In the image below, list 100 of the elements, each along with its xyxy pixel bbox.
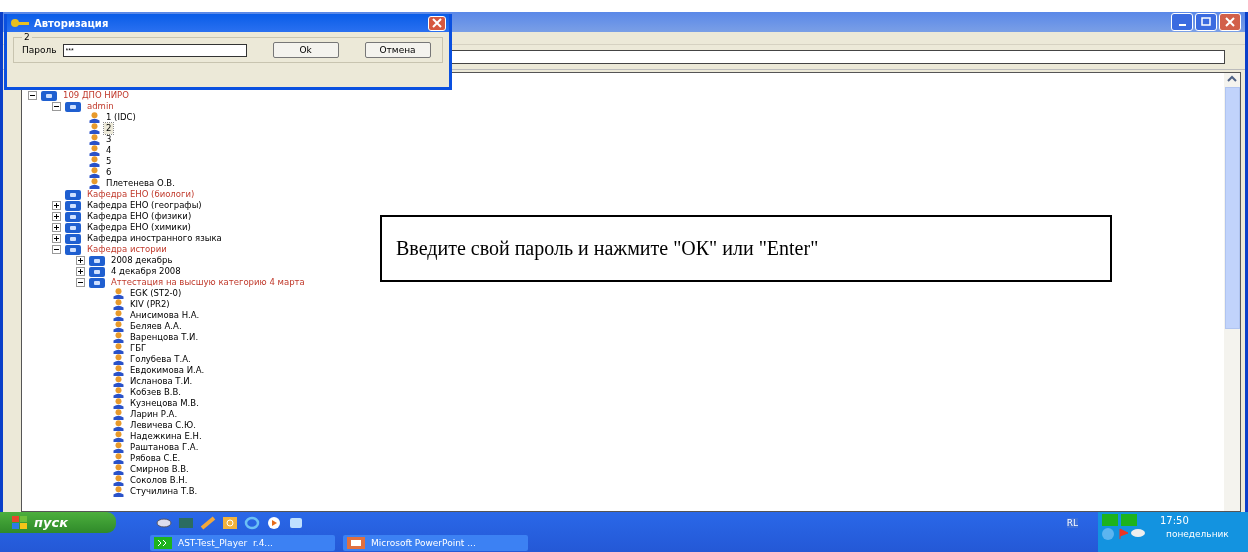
close-icon bbox=[432, 18, 442, 28]
tree-item[interactable]: Раштанова Г.А. bbox=[128, 442, 201, 453]
user-icon bbox=[89, 178, 100, 189]
tree-item[interactable]: Варенцова Т.И. bbox=[128, 332, 201, 343]
tree-item[interactable]: KIV (PR2) bbox=[128, 299, 172, 310]
folder-icon bbox=[65, 189, 81, 200]
tree-item[interactable]: 2 bbox=[104, 123, 114, 134]
tree-item[interactable]: Аттестация на высшую категорию 4 марта bbox=[109, 277, 307, 288]
tree-item[interactable]: Плетенева О.В. bbox=[104, 178, 177, 189]
close-icon bbox=[1225, 17, 1235, 27]
collapse-icon[interactable] bbox=[52, 245, 61, 254]
user-icon bbox=[113, 321, 124, 332]
tree-item[interactable]: Рябова С.Е. bbox=[128, 453, 183, 464]
folder-icon bbox=[65, 101, 81, 112]
tree-item[interactable]: Голубева Т.А. bbox=[128, 354, 193, 365]
tree-item[interactable]: 6 bbox=[104, 167, 114, 178]
language-indicator[interactable]: RL bbox=[1066, 517, 1078, 528]
folder-icon bbox=[65, 211, 81, 222]
dialog-title: Авторизация bbox=[34, 17, 109, 29]
tree-item[interactable]: Анисимова Н.А. bbox=[128, 310, 202, 321]
collapse-icon[interactable] bbox=[52, 102, 61, 111]
user-icon bbox=[89, 112, 100, 123]
clock-day: понедельник bbox=[1166, 529, 1229, 539]
user-icon bbox=[113, 420, 124, 431]
folder-icon bbox=[41, 90, 57, 101]
tree-item[interactable]: Кафедра ЕНО (физики) bbox=[85, 211, 194, 222]
tree-item[interactable]: Беляев А.А. bbox=[128, 321, 184, 332]
tree-item[interactable]: Кобзев В.В. bbox=[128, 387, 183, 398]
user-icon bbox=[113, 343, 124, 354]
user-icon bbox=[113, 409, 124, 420]
tree-item[interactable]: Кузнецова М.В. bbox=[128, 398, 201, 409]
tree-item[interactable]: Надежкина Е.Н. bbox=[128, 431, 204, 442]
tree-item[interactable]: 109 ДПО НИРО bbox=[61, 90, 131, 101]
cancel-button[interactable]: Отмена bbox=[364, 42, 431, 58]
folder-icon bbox=[89, 255, 105, 266]
tree-item[interactable]: Смирнов В.В. bbox=[128, 464, 191, 475]
tree-item[interactable]: Кафедра ЕНО (биологи) bbox=[85, 189, 197, 200]
tree-item[interactable]: 1 (IDC) bbox=[104, 112, 138, 123]
folder-icon bbox=[65, 222, 81, 233]
windows-logo-icon bbox=[12, 515, 28, 530]
folder-icon bbox=[89, 266, 105, 277]
quick-launch-icon[interactable] bbox=[156, 515, 172, 530]
tree-item[interactable]: Кафедра ЕНО (химики) bbox=[85, 222, 193, 233]
expand-icon[interactable] bbox=[52, 201, 61, 210]
quick-launch-icon[interactable] bbox=[200, 515, 216, 530]
callout-text: Введите свой пароль и нажмите "ОК" или "Enter" bbox=[380, 215, 1112, 282]
maximize-button[interactable] bbox=[1195, 13, 1217, 31]
tree-item[interactable]: EGK (ST2-0) bbox=[128, 288, 184, 299]
media-player-icon[interactable] bbox=[266, 515, 282, 530]
folder-icon bbox=[89, 277, 105, 288]
expand-icon[interactable] bbox=[76, 267, 85, 276]
tree-item[interactable]: ГБГ bbox=[128, 343, 149, 354]
ok-button[interactable]: Ok bbox=[272, 42, 339, 58]
tree-item[interactable]: Кафедра ЕНО (географы) bbox=[85, 200, 204, 211]
expand-icon[interactable] bbox=[52, 212, 61, 221]
tree-item[interactable]: Кафедра истории bbox=[85, 244, 169, 255]
collapse-icon[interactable] bbox=[76, 278, 85, 287]
quick-launch-icon[interactable] bbox=[288, 515, 304, 530]
browser-icon[interactable] bbox=[244, 515, 260, 530]
expand-icon[interactable] bbox=[76, 256, 85, 265]
scrollbar[interactable] bbox=[1224, 73, 1240, 511]
quick-launch-icon[interactable] bbox=[222, 515, 238, 530]
close-button[interactable] bbox=[1219, 13, 1241, 31]
user-icon bbox=[113, 332, 124, 343]
taskbar-button[interactable]: AST-Test_Player r.4... bbox=[150, 535, 335, 551]
password-label: Пароль bbox=[22, 45, 57, 55]
user-icon bbox=[113, 464, 124, 475]
collapse-icon[interactable] bbox=[28, 91, 37, 100]
tree-item[interactable]: Исланова Т.И. bbox=[128, 376, 195, 387]
player-icon bbox=[154, 537, 172, 549]
tree-item[interactable]: admin bbox=[85, 101, 116, 112]
close-button[interactable] bbox=[428, 15, 446, 31]
tree-item[interactable]: Соколов В.Н. bbox=[128, 475, 190, 486]
tree-item[interactable]: Левичева С.Ю. bbox=[128, 420, 198, 431]
tree-item[interactable]: 5 bbox=[104, 156, 114, 167]
tree-item[interactable]: Евдокимова И.А. bbox=[128, 365, 207, 376]
user-icon bbox=[113, 475, 124, 486]
folder-icon bbox=[65, 200, 81, 211]
tree-item[interactable]: 2008 декабрь bbox=[109, 255, 175, 266]
tree-item[interactable]: Кафедра иностранного языка bbox=[85, 233, 224, 244]
user-icon bbox=[113, 310, 124, 321]
user-icon bbox=[113, 299, 124, 310]
start-button[interactable]: пуск bbox=[0, 512, 116, 533]
user-icon bbox=[113, 486, 124, 497]
tree-item[interactable]: 3 bbox=[104, 134, 114, 145]
tree-item[interactable]: 4 декабря 2008 bbox=[109, 266, 183, 277]
taskbar-button[interactable]: Microsoft PowerPoint ... bbox=[343, 535, 528, 551]
expand-icon[interactable] bbox=[52, 234, 61, 243]
tree-item[interactable]: Ларин Р.А. bbox=[128, 409, 180, 420]
user-icon bbox=[113, 365, 124, 376]
presentation-icon bbox=[347, 537, 365, 549]
user-icon bbox=[113, 376, 124, 387]
tree-item[interactable]: 4 bbox=[104, 145, 114, 156]
user-icon bbox=[89, 145, 100, 156]
expand-icon[interactable] bbox=[52, 223, 61, 232]
tree-item[interactable]: Стучилина Т.В. bbox=[128, 486, 200, 497]
user-icon bbox=[113, 453, 124, 464]
minimize-button[interactable] bbox=[1171, 13, 1193, 31]
user-icon bbox=[113, 398, 124, 409]
folder-icon bbox=[65, 233, 81, 244]
